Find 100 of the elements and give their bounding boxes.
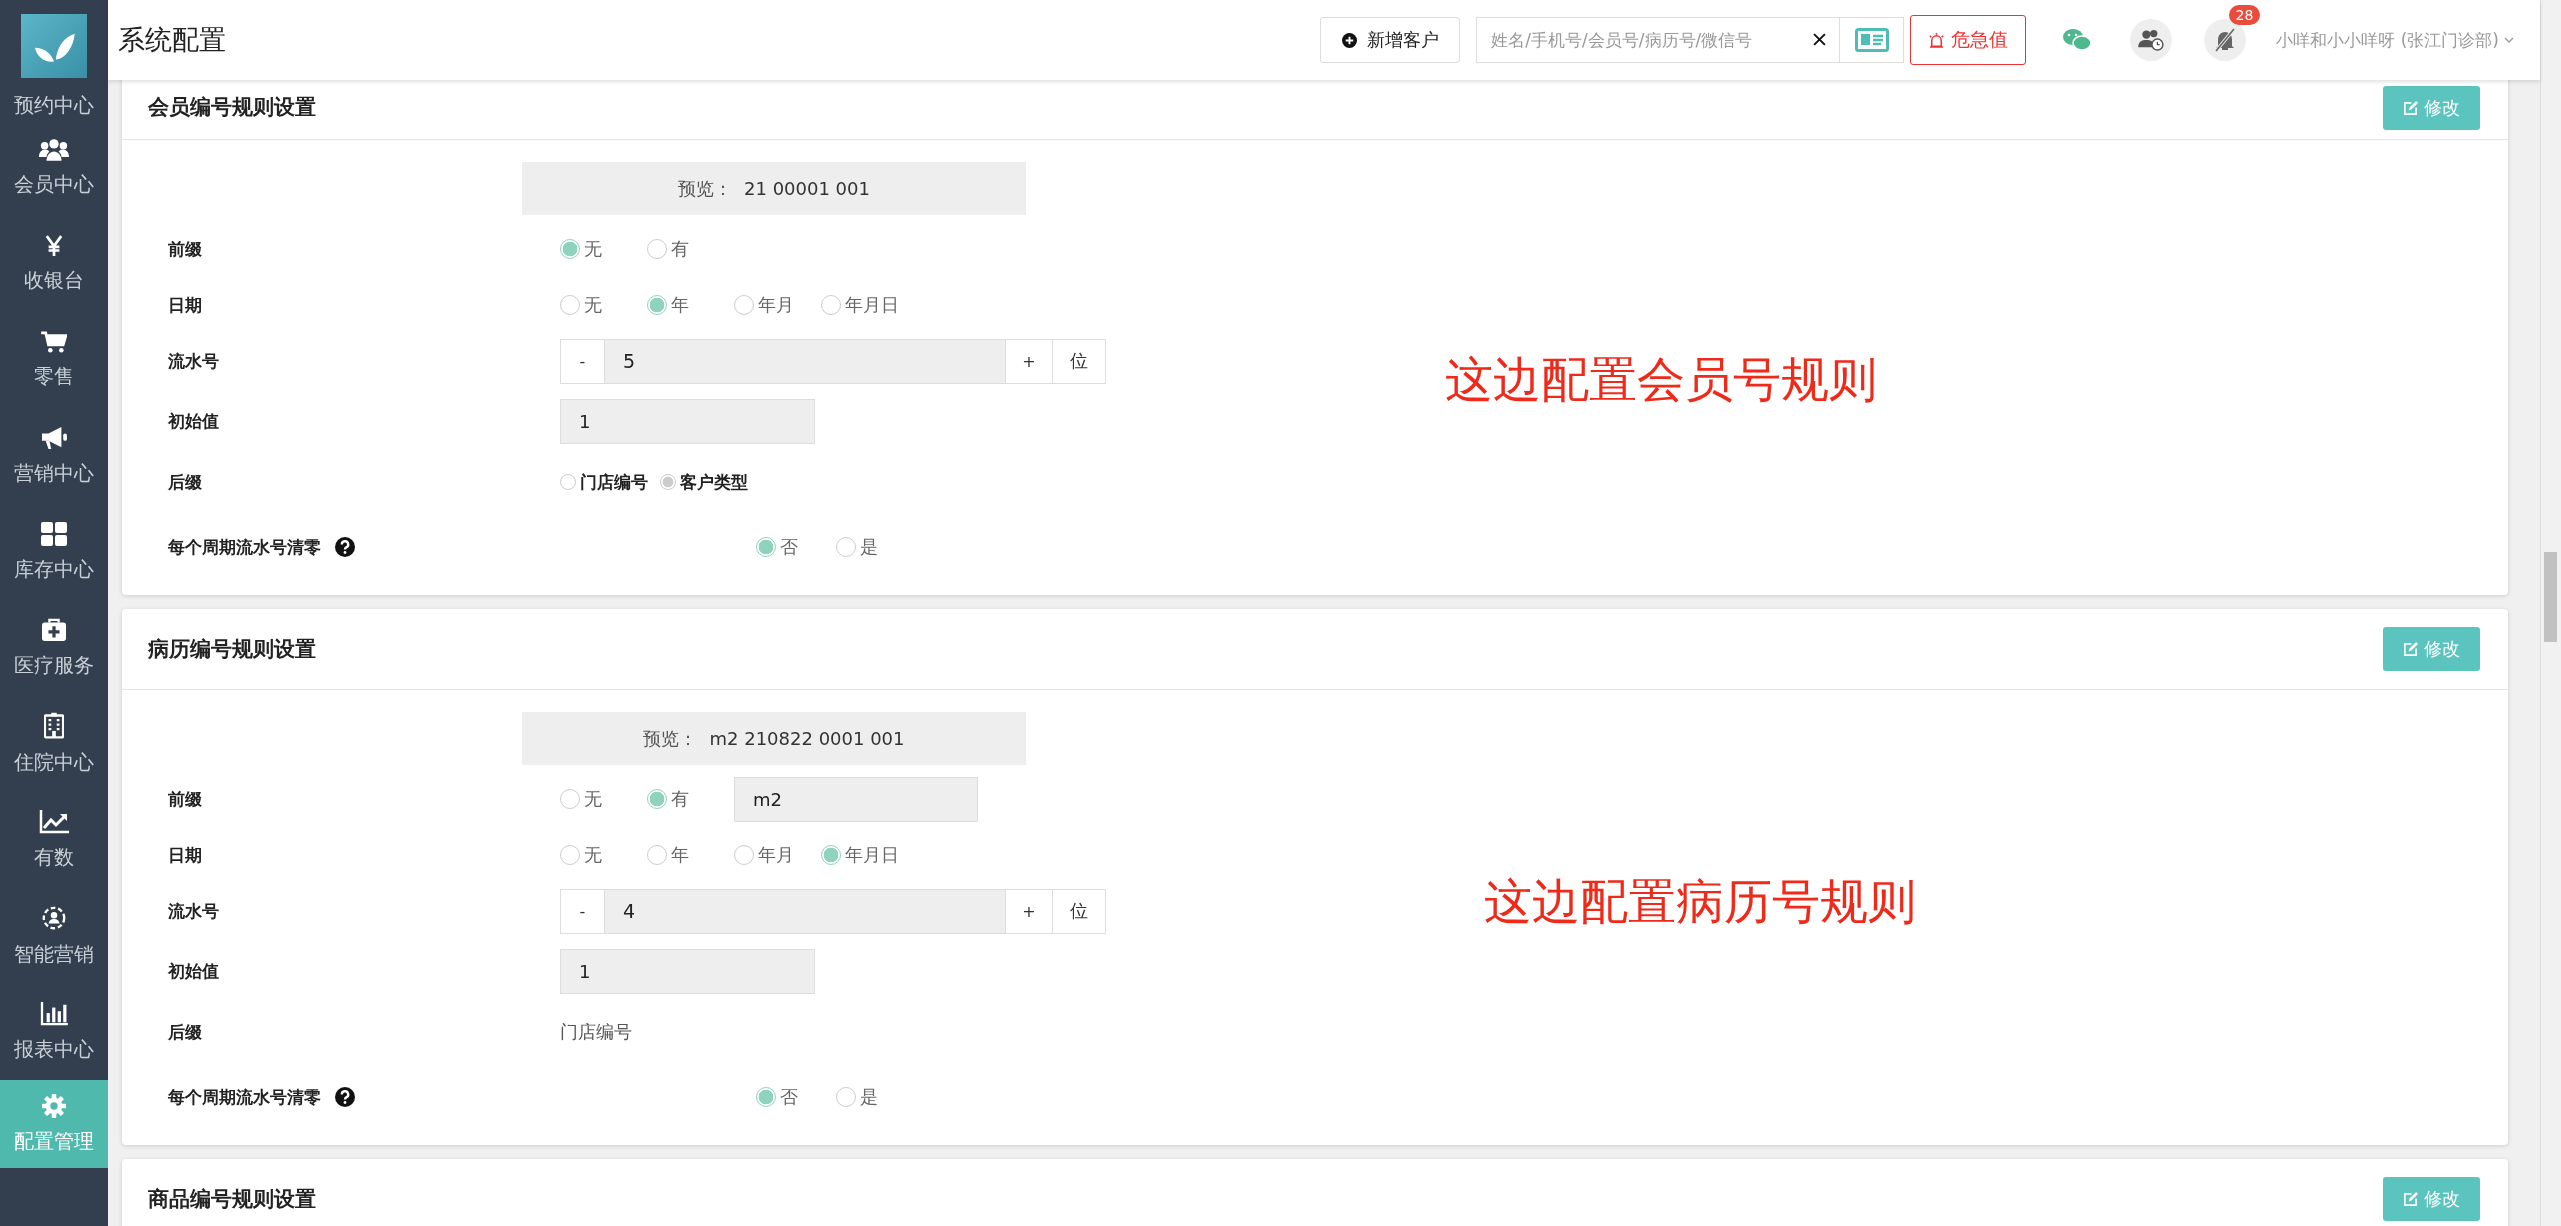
sidebar-item[interactable]: 收银台	[0, 216, 108, 312]
start-value-input[interactable]: 1	[560, 398, 815, 444]
logo[interactable]	[21, 14, 87, 78]
building-icon	[44, 712, 64, 739]
user-group-button[interactable]	[2130, 19, 2173, 61]
grid-icon	[41, 521, 67, 546]
card-title: 会员编号规则设置	[148, 94, 316, 121]
option-label[interactable]: 否	[780, 1085, 798, 1109]
radio-button[interactable]	[836, 537, 856, 557]
page-title: 系统配置	[118, 23, 226, 57]
option-label[interactable]: 是	[860, 535, 878, 559]
search-field[interactable]: 姓名/手机号/会员号/病历号/微信号	[1476, 17, 1841, 63]
add-customer-button[interactable]: 新增客户	[1320, 17, 1461, 63]
sidebar-item[interactable]: 预约中心	[0, 92, 108, 120]
option-label[interactable]: 无	[584, 787, 602, 811]
id-card-button[interactable]	[1840, 17, 1905, 63]
sidebar-item[interactable]: 医疗服务	[0, 600, 108, 696]
field-label: 初始值	[168, 959, 219, 983]
digits-input[interactable]: 4	[605, 888, 1005, 934]
option-label[interactable]: 年月	[758, 843, 794, 867]
sidebar-item[interactable]: 有数	[0, 792, 108, 888]
option-label[interactable]: 否	[780, 535, 798, 559]
field-label: 每个周期流水号清零	[168, 535, 321, 559]
radio-button[interactable]	[560, 239, 580, 259]
notification-button[interactable]	[2204, 19, 2247, 61]
start-value-input[interactable]: 1	[560, 948, 815, 994]
option-label[interactable]: 无	[584, 237, 602, 261]
decrement-button[interactable]: -	[560, 888, 605, 934]
option-label[interactable]: 年月	[758, 293, 794, 317]
option-label[interactable]: 无	[584, 843, 602, 867]
sidebar-item[interactable]: 住院中心	[0, 696, 108, 792]
decrement-button[interactable]: -	[560, 338, 605, 384]
radio-button[interactable]	[734, 295, 754, 315]
field-label: 流水号	[168, 899, 219, 923]
field-value: 门店编号	[560, 1020, 632, 1044]
sidebar-item[interactable]: 报表中心	[0, 984, 108, 1080]
field-label: 后缀	[168, 1020, 202, 1044]
annotation-text: 这边配置病历号规则	[1484, 872, 1916, 931]
field-label: 前缀	[168, 237, 202, 261]
option-label[interactable]: 客户类型	[680, 470, 748, 494]
preview-value: m2 210822 0001 001	[709, 728, 905, 749]
option-label[interactable]: 有	[671, 237, 689, 261]
bar-chart-icon	[40, 1001, 68, 1026]
alarm-icon	[1928, 31, 1946, 49]
prefix-input[interactable]: m2	[734, 776, 978, 822]
field-label: 日期	[168, 293, 202, 317]
sidebar-item[interactable]: 营销中心	[0, 408, 108, 504]
sidebar-item[interactable]: 智能营销	[0, 888, 108, 984]
radio-button[interactable]	[560, 789, 580, 809]
help-icon[interactable]	[335, 537, 355, 557]
people-icon	[39, 138, 69, 161]
sidebar-item[interactable]: 零售	[0, 312, 108, 408]
edit-icon	[2403, 100, 2418, 116]
chat-bubbles-icon[interactable]	[2062, 27, 2093, 53]
sidebar-item[interactable]: 库存中心	[0, 504, 108, 600]
field-label: 后缀	[168, 470, 202, 494]
option-label[interactable]: 年	[671, 293, 689, 317]
option-label[interactable]: 年月日	[845, 293, 899, 317]
scrollbar-thumb[interactable]	[2544, 552, 2557, 642]
megaphone-icon	[40, 425, 68, 450]
sidebar-item[interactable]: 会员中心	[0, 120, 108, 216]
radio-button[interactable]	[756, 537, 776, 557]
plus-circle-icon	[1341, 32, 1357, 48]
option-label[interactable]: 无	[584, 293, 602, 317]
medical-kit-icon	[41, 617, 67, 642]
field-label: 流水号	[168, 349, 219, 373]
option-label[interactable]: 是	[860, 1085, 878, 1109]
clear-icon[interactable]	[1813, 33, 1827, 46]
option-label[interactable]: 年月日	[845, 843, 899, 867]
radio-button[interactable]	[647, 845, 667, 865]
radio-button[interactable]	[734, 845, 754, 865]
bell-slash-icon	[2213, 28, 2238, 52]
edit-icon	[2403, 1191, 2418, 1207]
field-label: 前缀	[168, 787, 202, 811]
increment-button[interactable]: +	[1005, 338, 1053, 384]
chevron-down-icon	[2504, 37, 2514, 43]
radio-button[interactable]	[660, 474, 676, 490]
help-icon[interactable]	[335, 1087, 355, 1107]
radio-button[interactable]	[560, 474, 576, 490]
radio-button[interactable]	[836, 1087, 856, 1107]
radio-button[interactable]	[560, 845, 580, 865]
id-card-icon	[1854, 28, 1889, 52]
radio-button[interactable]	[560, 295, 580, 315]
field-label: 初始值	[168, 409, 219, 433]
radio-button[interactable]	[647, 239, 667, 259]
unit-label: 位	[1053, 338, 1106, 384]
option-label[interactable]: 年	[671, 843, 689, 867]
radio-button[interactable]	[821, 845, 841, 865]
increment-button[interactable]: +	[1005, 888, 1053, 934]
cart-icon	[41, 330, 67, 353]
radio-button[interactable]	[756, 1087, 776, 1107]
radio-button[interactable]	[821, 295, 841, 315]
radio-button[interactable]	[647, 295, 667, 315]
option-label[interactable]: 有	[671, 787, 689, 811]
line-chart-icon	[39, 809, 69, 834]
radio-button[interactable]	[647, 789, 667, 809]
option-label[interactable]: 门店编号	[580, 470, 648, 494]
unit-label: 位	[1053, 888, 1106, 934]
digits-input[interactable]: 5	[605, 338, 1005, 384]
critical-value-button[interactable]: 危急值	[1910, 15, 2027, 65]
